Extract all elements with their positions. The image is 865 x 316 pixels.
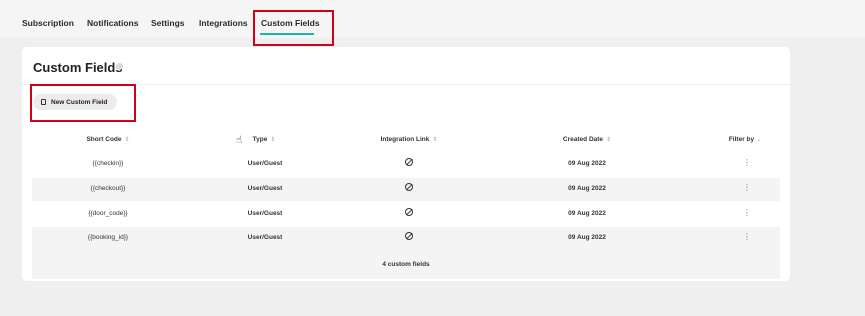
column-label: Filter by xyxy=(728,136,755,143)
tab-subscription[interactable]: Subscription xyxy=(22,18,74,28)
info-icon[interactable] xyxy=(116,63,123,70)
no-link-icon xyxy=(405,232,413,240)
column-label: Integration Link xyxy=(380,136,430,143)
column-label: Short Code xyxy=(86,136,122,143)
created-date-cell: 09 Aug 2022 xyxy=(568,160,606,167)
sort-icon: ⇕ xyxy=(606,137,612,143)
tab-bar: Subscription Notifications Settings Inte… xyxy=(0,0,865,38)
more-options-icon[interactable]: ⋮ xyxy=(743,209,751,217)
tab-notifications[interactable]: Notifications xyxy=(87,18,138,28)
no-link-icon xyxy=(405,208,413,216)
column-header-created-date[interactable]: Created Date ⇕ xyxy=(563,136,611,143)
table-row[interactable]: {{door_code}} User/Guest 09 Aug 2022 ⋮ xyxy=(32,203,780,226)
short-code-cell: {{checkout}} xyxy=(90,185,126,192)
sort-icon: ⇕ xyxy=(124,137,130,143)
tab-settings[interactable]: Settings xyxy=(151,18,185,28)
short-code-cell: {{checkin}} xyxy=(92,160,124,167)
no-link-icon xyxy=(405,183,413,191)
sort-icon: ⇕ xyxy=(432,137,438,143)
record-count: 4 custom fields xyxy=(382,261,430,268)
type-cell: User/Guest xyxy=(247,234,283,241)
type-cell: User/Guest xyxy=(247,160,283,167)
type-cell: User/Guest xyxy=(247,210,283,217)
short-code-cell: {{door_code}} xyxy=(88,210,128,217)
annotation-highlight-tab xyxy=(253,10,334,46)
more-options-icon[interactable]: ⋮ xyxy=(743,184,751,192)
type-cell: User/Guest xyxy=(247,185,283,192)
mouse-pointer-icon: ☝ xyxy=(236,135,243,146)
annotation-highlight-button xyxy=(30,84,136,122)
created-date-cell: 09 Aug 2022 xyxy=(568,234,606,241)
table-row[interactable]: {{checkout}} User/Guest 09 Aug 2022 ⋮ xyxy=(32,178,780,201)
column-label: Type xyxy=(252,136,268,143)
filter-by-dropdown[interactable]: Filter by ⌄ xyxy=(729,136,761,143)
column-label: Created Date xyxy=(562,136,604,143)
custom-fields-card: Custom Fields New Custom Field Short Cod… xyxy=(22,47,790,281)
page-title: Custom Fields xyxy=(33,60,123,75)
column-header-type[interactable]: Type ⇕ xyxy=(253,136,276,143)
sort-icon: ⇕ xyxy=(270,137,276,143)
short-code-cell: {{booking_id}} xyxy=(87,234,129,241)
more-options-icon[interactable]: ⋮ xyxy=(743,233,751,241)
divider xyxy=(22,84,790,85)
no-link-icon xyxy=(405,158,413,166)
more-options-icon[interactable]: ⋮ xyxy=(743,159,751,167)
created-date-cell: 09 Aug 2022 xyxy=(568,185,606,192)
table-footer: 4 custom fields xyxy=(32,249,780,279)
table-row[interactable]: {{checkin}} User/Guest 09 Aug 2022 ⋮ xyxy=(32,153,780,176)
tab-integrations[interactable]: Integrations xyxy=(199,18,248,28)
chevron-down-icon: ⌄ xyxy=(756,137,762,143)
created-date-cell: 09 Aug 2022 xyxy=(568,210,606,217)
column-header-integration-link[interactable]: Integration Link ⇕ xyxy=(381,136,438,143)
column-header-short-code[interactable]: Short Code ⇕ xyxy=(86,136,129,143)
table-row[interactable]: {{booking_id}} User/Guest 09 Aug 2022 ⋮ xyxy=(32,227,780,250)
